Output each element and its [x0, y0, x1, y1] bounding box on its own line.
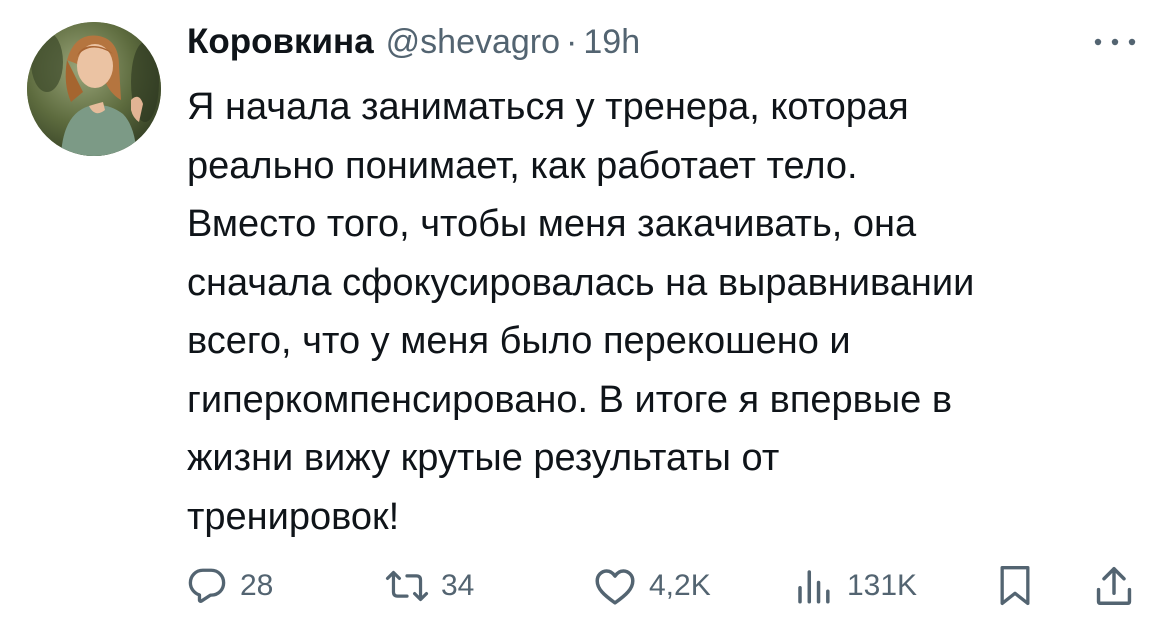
heart-icon	[593, 565, 637, 607]
tweet-text-line: тренировок!	[187, 495, 400, 538]
share-button[interactable]	[1094, 558, 1134, 614]
tweet-text-line: жизни вижу крутые результаты от	[187, 437, 780, 479]
reply-button[interactable]: 28	[186, 558, 273, 614]
views-button[interactable]: 131K	[793, 558, 917, 614]
tweet[interactable]: Коровкина @shevagro · 19h Я начала заним…	[0, 0, 1170, 643]
tweet-text-line: всего, что у меня было перекошено и	[187, 320, 851, 362]
like-count: 4,2K	[649, 569, 711, 602]
views-icon	[793, 565, 835, 607]
retweet-count: 34	[441, 569, 475, 602]
more-icon[interactable]	[1090, 30, 1140, 54]
tweet-text-line: сначала сфокусировалась на выравнивании	[187, 261, 975, 304]
avatar[interactable]	[27, 22, 161, 156]
avatar-photo	[27, 22, 161, 156]
share-icon	[1094, 564, 1134, 608]
views-count: 131K	[847, 569, 918, 602]
separator-dot: ·	[566, 23, 578, 61]
bookmark-icon	[998, 564, 1032, 608]
retweet-icon	[385, 565, 429, 607]
tweet-time[interactable]: 19h	[583, 23, 640, 62]
tweet-header: Коровкина @shevagro · 19h	[187, 22, 640, 66]
retweet-button[interactable]: 34	[385, 558, 474, 614]
tweet-text-line: реально понимает, как работает тело.	[187, 144, 858, 187]
action-bar: 28 34 4,2K 131K	[0, 558, 1170, 618]
bookmark-button[interactable]	[998, 558, 1032, 614]
like-button[interactable]: 4,2K	[593, 558, 711, 614]
reply-icon	[186, 565, 228, 607]
tweet-text: Я начала заниматься у тренера, которая р…	[187, 78, 1157, 546]
author-handle[interactable]: @shevagro	[386, 23, 560, 62]
tweet-text-line: гиперкомпенсировано. В итоге я впервые в	[187, 378, 953, 421]
author-name[interactable]: Коровкина	[187, 22, 374, 62]
tweet-text-line: Я начала заниматься у тренера, которая	[187, 86, 909, 128]
tweet-text-line: Вместо того, чтобы меня закачивать, она	[187, 203, 917, 245]
reply-count: 28	[240, 569, 274, 602]
